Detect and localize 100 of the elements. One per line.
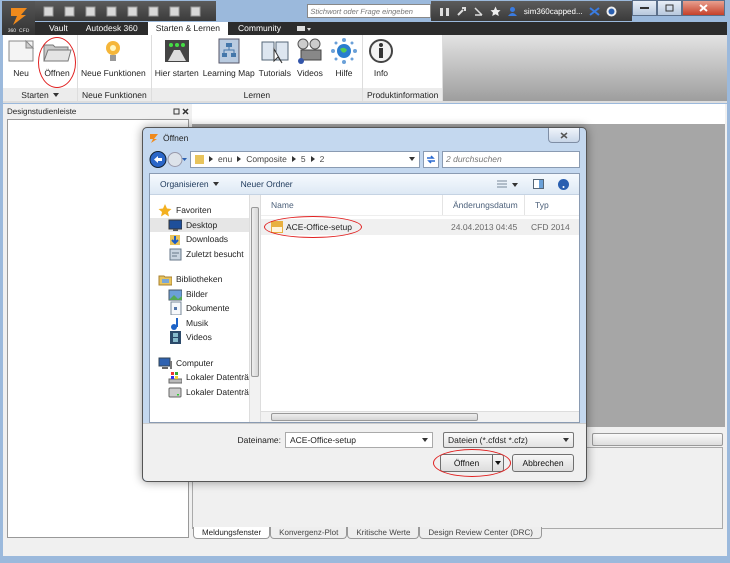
close-button[interactable]	[682, 0, 725, 16]
film-icon	[168, 330, 182, 344]
caret-icon[interactable]	[52, 92, 59, 96]
nav-item[interactable]: Downloads	[150, 232, 249, 246]
group-title: Neue Funktionen	[78, 88, 151, 101]
user-icon[interactable]	[506, 6, 518, 16]
nav-item[interactable]: Lokaler Datenträ	[150, 384, 249, 399]
filename-field[interactable]: ACE-Office-setup	[285, 432, 433, 448]
close-button[interactable]	[548, 128, 580, 143]
scrollbar[interactable]	[261, 411, 579, 422]
column-header[interactable]: Name	[261, 195, 443, 215]
ribbon-button[interactable]: Hier starten	[152, 37, 201, 88]
column-header[interactable]: Änderungsdatum	[443, 195, 525, 215]
chevron-icon[interactable]	[292, 156, 296, 162]
dialog-title: Öffnen	[163, 133, 188, 143]
nav-item[interactable]: Dokumente	[150, 301, 249, 316]
toolbar-icon[interactable]	[127, 6, 138, 16]
computer-icon	[158, 356, 172, 370]
file-type-dropdown[interactable]: Dateien (*.cfdst *.cfz)	[443, 432, 574, 448]
ribbon-button[interactable]: Neue Funktionen	[79, 37, 148, 88]
ribbon-tab[interactable]: Starten & Lernen	[148, 22, 228, 35]
maximize-icon	[665, 4, 674, 12]
back-forward-icon[interactable]	[149, 150, 187, 168]
star-icon	[158, 203, 172, 218]
toolbar-icon[interactable]	[190, 6, 201, 16]
chevron-icon[interactable]	[310, 156, 315, 162]
ribbon-button[interactable]: Learning Map	[200, 37, 257, 88]
app-icon	[149, 132, 159, 144]
ribbon-button[interactable]: Info	[364, 37, 398, 88]
pane-tab[interactable]: Konvergenz-Plot	[270, 527, 348, 539]
field-label: Dateiname:	[238, 435, 281, 445]
nav-item[interactable]: Videos	[150, 330, 249, 344]
nav-item[interactable]: Desktop	[150, 218, 249, 232]
toolbar-icon[interactable]	[106, 6, 117, 16]
panel-title: Designstudienleiste	[7, 107, 76, 116]
document-icon	[168, 301, 182, 316]
ribbon-button[interactable]: Öffnen	[38, 37, 76, 88]
toolbar-button[interactable]: Organisieren	[160, 179, 219, 189]
star-icon[interactable]	[490, 6, 501, 16]
search-field[interactable]: 2 durchsuchen	[442, 150, 580, 168]
ribbon-tab[interactable]: Vault	[41, 22, 76, 35]
group-title: Starten	[3, 88, 77, 101]
open-button[interactable]: Öffnen	[440, 454, 504, 472]
close-icon	[699, 4, 708, 12]
pin-close-icon[interactable]	[173, 108, 189, 115]
file-icon	[271, 221, 283, 233]
group-title: Lernen	[152, 88, 362, 101]
pane-tab[interactable]: Kritische Werte	[347, 527, 420, 539]
caret-icon[interactable]	[422, 438, 428, 442]
refresh-icon	[426, 154, 436, 164]
nav-item[interactable]: Bilder	[150, 286, 249, 301]
column-header[interactable]: Typ	[525, 195, 579, 215]
toolbar-button[interactable]: Neuer Ordner	[240, 179, 293, 189]
toolbar-icon[interactable]	[169, 6, 180, 16]
ribbon-button[interactable]: Neu	[4, 37, 38, 88]
address-bar[interactable]: enu Composite 5 2	[190, 150, 420, 168]
caret-icon[interactable]	[495, 461, 501, 465]
panel-toggle-icon[interactable]	[296, 24, 311, 33]
toolbar-icon[interactable]	[148, 6, 159, 16]
folder-icon	[195, 154, 204, 164]
user-name[interactable]: sim360capped...	[524, 6, 583, 16]
nav-item[interactable]: Lokaler Datenträ	[150, 370, 249, 384]
ribbon-button[interactable]: Videos	[292, 37, 327, 88]
chevron-icon[interactable]	[209, 156, 213, 162]
preview-pane-icon[interactable]	[533, 179, 544, 189]
file-row[interactable]: ACE-Office-setup 24.04.2013 04:45 CFD 2014	[261, 219, 579, 235]
caret-icon[interactable]	[563, 438, 569, 442]
toolbar-icon[interactable]	[43, 6, 54, 16]
toolbar-icon[interactable]	[64, 6, 75, 16]
drive-icon	[168, 370, 182, 384]
ribbon-tab[interactable]: Community	[230, 22, 289, 35]
toolbar-icon[interactable]	[85, 6, 96, 16]
image-icon	[168, 286, 182, 301]
close-icon	[560, 132, 568, 138]
caret-icon[interactable]	[212, 182, 219, 186]
nav-item[interactable]: Zuletzt besucht	[150, 246, 249, 261]
nav-item[interactable]: Favoriten	[150, 203, 249, 218]
maximize-button[interactable]	[657, 0, 682, 16]
ribbon-button[interactable]: Tutorials	[256, 37, 293, 88]
nav-item[interactable]: Computer	[150, 356, 249, 370]
scrollbar[interactable]	[249, 195, 260, 422]
pane-tab[interactable]: Meldungsfenster	[193, 527, 270, 539]
caret-icon[interactable]	[409, 157, 415, 161]
recent-icon	[168, 246, 182, 261]
chevron-icon[interactable]	[237, 156, 242, 162]
refresh-button[interactable]	[423, 150, 439, 168]
view-menu-icon[interactable]	[497, 180, 519, 188]
ribbon-button[interactable]: Hilfe	[326, 37, 361, 88]
cancel-button[interactable]: Abbrechen	[512, 454, 574, 472]
minimize-button[interactable]	[632, 0, 657, 16]
minimize-icon	[640, 6, 649, 10]
drive-icon	[168, 384, 182, 399]
ribbon-tab[interactable]: Autodesk 360	[78, 22, 146, 35]
group-title: Produktinformation	[362, 88, 442, 101]
monitor-icon	[168, 218, 182, 232]
globe-icon	[328, 37, 359, 65]
nav-item[interactable]: Musik	[150, 316, 249, 330]
nav-item[interactable]: Bibliotheken	[150, 272, 249, 286]
pane-tab[interactable]: Design Review Center (DRC)	[419, 527, 542, 539]
download-icon	[168, 232, 182, 246]
